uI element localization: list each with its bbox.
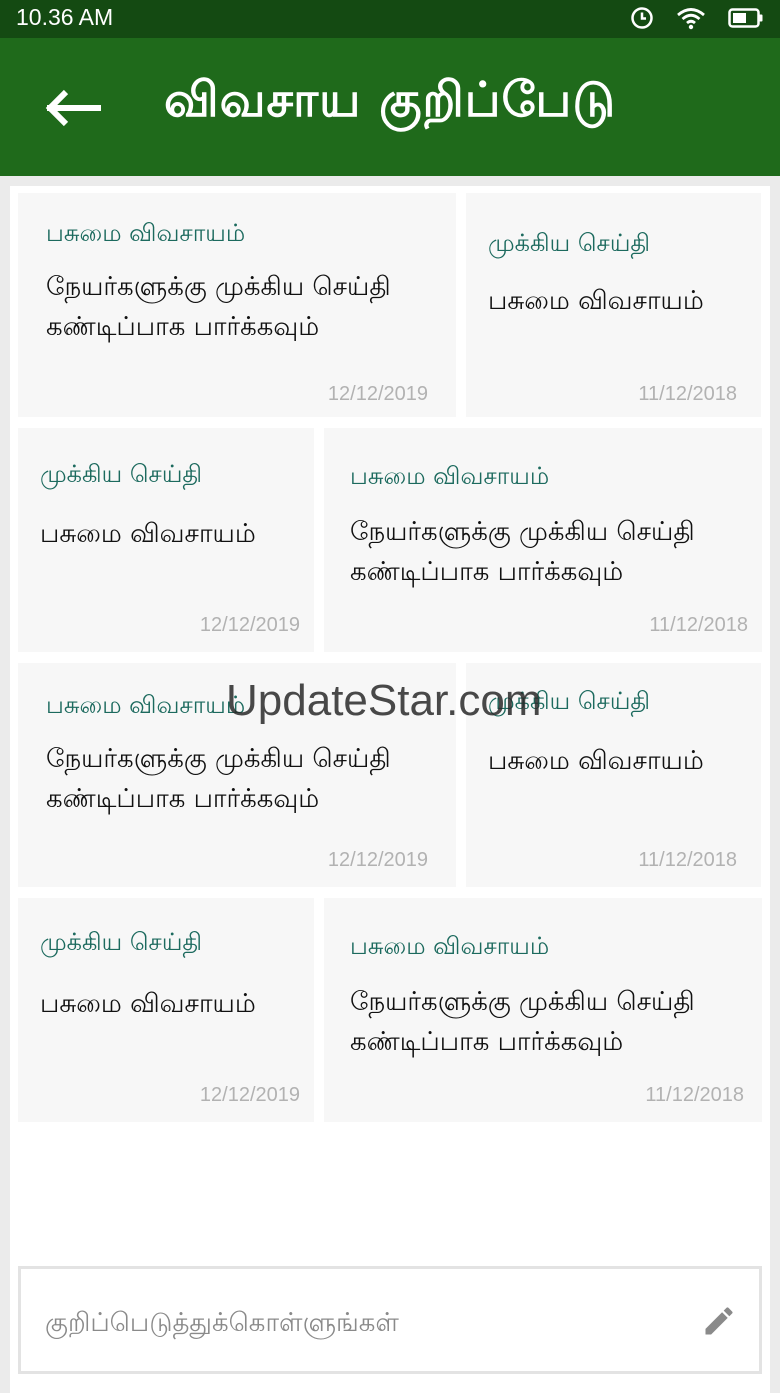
note-input[interactable] bbox=[45, 1299, 685, 1347]
note-category: பசுமை விவசாயம் bbox=[350, 932, 550, 960]
status-icons bbox=[630, 6, 764, 34]
note-category: பசுமை விவசாயம் bbox=[46, 691, 246, 719]
note-text: நேயர்களுக்கு முக்கிய செய்தி கண்டிப்பாக ப… bbox=[46, 272, 391, 342]
back-arrow-icon[interactable] bbox=[44, 86, 104, 130]
note-date: 11/12/2018 bbox=[638, 849, 737, 871]
battery-icon bbox=[728, 7, 764, 33]
wifi-icon bbox=[676, 6, 706, 34]
note-date: 11/12/2018 bbox=[649, 614, 748, 636]
note-input-bar bbox=[18, 1266, 762, 1374]
note-category: முக்கிய செய்தி bbox=[488, 687, 651, 715]
note-card[interactable]: பசுமை விவசாயம் நேயர்களுக்கு முக்கிய செய்… bbox=[18, 663, 456, 887]
note-category: முக்கிய செய்தி bbox=[488, 229, 651, 257]
note-text: பசுமை விவசாயம் bbox=[488, 286, 704, 316]
note-card[interactable]: முக்கிய செய்தி பசுமை விவசாயம் 12/12/2019 bbox=[18, 898, 314, 1122]
status-time: 10.36 AM bbox=[16, 4, 114, 30]
note-text: நேயர்களுக்கு முக்கிய செய்தி கண்டிப்பாக ப… bbox=[350, 987, 695, 1057]
note-card[interactable]: பசுமை விவசாயம் நேயர்களுக்கு முக்கிய செய்… bbox=[324, 428, 762, 652]
note-category: பசுமை விவசாயம் bbox=[350, 462, 550, 490]
note-date: 12/12/2019 bbox=[199, 1084, 300, 1106]
note-card[interactable]: பசுமை விவசாயம் நேயர்களுக்கு முக்கிய செய்… bbox=[18, 193, 456, 417]
note-date: 11/12/2018 bbox=[638, 383, 737, 405]
note-card[interactable]: முக்கிய செய்தி பசுமை விவசாயம் 11/12/2018 bbox=[466, 193, 761, 417]
app-bar: விவசாய குறிப்பேடு bbox=[0, 38, 780, 176]
note-date: 12/12/2019 bbox=[327, 849, 428, 871]
note-card[interactable]: முக்கிய செய்தி பசுமை விவசாயம் 12/12/2019 bbox=[18, 428, 314, 652]
page-title: விவசாய குறிப்பேடு bbox=[164, 72, 617, 128]
notes-grid: பசுமை விவசாயம் நேயர்களுக்கு முக்கிய செய்… bbox=[10, 186, 770, 1393]
note-card[interactable]: பசுமை விவசாயம் நேயர்களுக்கு முக்கிய செய்… bbox=[324, 898, 762, 1122]
note-category: முக்கிய செய்தி bbox=[40, 460, 203, 488]
status-bar: 10.36 AM bbox=[0, 0, 780, 38]
note-date: 12/12/2019 bbox=[199, 614, 300, 636]
note-card[interactable]: முக்கிய செய்தி பசுமை விவசாயம் 11/12/2018 bbox=[466, 663, 761, 887]
note-category: முக்கிய செய்தி bbox=[40, 928, 203, 956]
note-text: பசுமை விவசாயம் bbox=[488, 746, 704, 776]
note-text: நேயர்களுக்கு முக்கிய செய்தி கண்டிப்பாக ப… bbox=[46, 744, 391, 814]
note-text: நேயர்களுக்கு முக்கிய செய்தி கண்டிப்பாக ப… bbox=[350, 517, 695, 587]
note-text: பசுமை விவசாயம் bbox=[40, 519, 256, 549]
clock-icon bbox=[630, 6, 654, 34]
note-category: பசுமை விவசாயம் bbox=[46, 219, 246, 247]
pencil-icon[interactable] bbox=[701, 1303, 737, 1339]
note-text: பசுமை விவசாயம் bbox=[40, 989, 256, 1019]
note-date: 12/12/2019 bbox=[327, 383, 428, 405]
note-date: 11/12/2018 bbox=[645, 1084, 744, 1106]
